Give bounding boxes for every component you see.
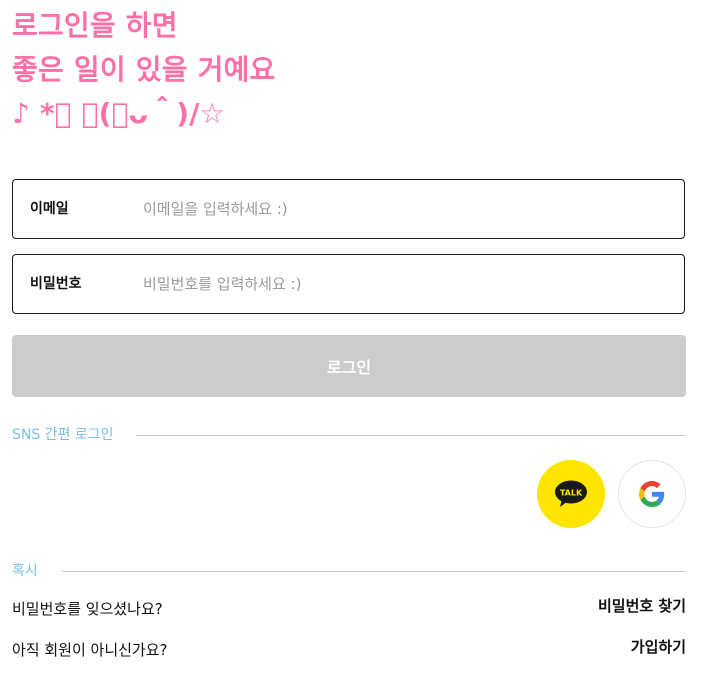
headline-line-3-emoticon: ♪ *ﾟ ＼(＾ᴗ＾)/☆ <box>12 97 225 130</box>
password-input[interactable] <box>143 267 663 301</box>
sns-login-label: SNS 간편 로그인 <box>12 427 114 443</box>
password-label: 비밀번호 <box>30 276 82 292</box>
help-section: 혹시 <box>12 561 686 581</box>
sns-login-section: SNS 간편 로그인 <box>12 425 686 445</box>
login-button[interactable]: 로그인 <box>12 335 686 397</box>
headline: 로그인을 하면 좋은 일이 있을 거예요 ♪ *ﾟ ＼(＾ᴗ＾)/☆ <box>12 4 672 136</box>
signup-question: 아직 회원이 아니신가요? <box>12 641 168 659</box>
email-label: 이메일 <box>30 201 69 217</box>
signup-row: 아직 회원이 아니신가요? 가입하기 <box>12 637 686 663</box>
signup-link[interactable]: 가입하기 <box>631 634 686 660</box>
password-field[interactable]: 비밀번호 <box>12 254 685 314</box>
google-icon <box>639 481 665 507</box>
kakao-talk-icon: TALK <box>555 480 587 507</box>
help-divider <box>62 571 686 572</box>
kakao-talk-text: TALK <box>560 489 583 498</box>
headline-line-1: 로그인을 하면 <box>12 9 178 42</box>
sns-divider <box>136 435 686 436</box>
forgot-password-question: 비밀번호를 잊으셨나요? <box>12 600 163 618</box>
kakao-login-button[interactable]: TALK <box>537 460 605 528</box>
find-password-link[interactable]: 비밀번호 찾기 <box>598 593 686 619</box>
email-field[interactable]: 이메일 <box>12 179 685 239</box>
google-login-button[interactable] <box>618 460 686 528</box>
forgot-password-row: 비밀번호를 잊으셨나요? 비밀번호 찾기 <box>12 596 686 622</box>
email-input[interactable] <box>143 192 663 226</box>
help-label: 혹시 <box>12 563 38 579</box>
headline-line-2: 좋은 일이 있을 거예요 <box>12 53 276 86</box>
